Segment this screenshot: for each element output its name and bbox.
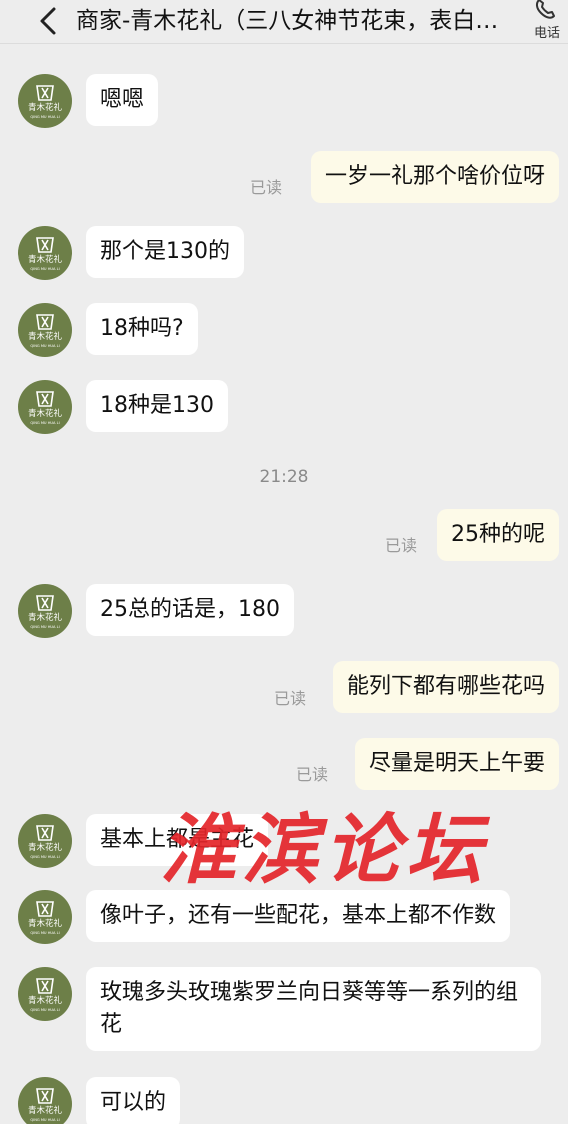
phone-icon[interactable] [532,0,560,22]
message-bubble-incoming[interactable]: 18种吗? [86,303,198,355]
merchant-avatar[interactable]: 青木花礼 QING MU HUA LI [18,814,72,868]
avatar-brand-text: 青木花礼 [28,612,63,623]
read-status: 已读 [385,536,418,555]
avatar-pinyin-text: QING MU HUA LI [30,267,59,271]
merchant-avatar[interactable]: 青木花礼 QING MU HUA LI [18,226,72,280]
avatar-pinyin-text: QING MU HUA LI [30,625,59,629]
timestamp: 21:28 [259,467,309,487]
message-bubble-incoming[interactable]: 那个是130的 [86,226,244,278]
chat-title: 商家-青木花礼（三八女神节花束，表白… [76,8,499,34]
message-bubble-outgoing[interactable]: 25种的呢 [437,509,559,561]
avatar-brand-text: 青木花礼 [28,842,63,853]
merchant-avatar[interactable]: 青木花礼 QING MU HUA LI [18,1077,72,1124]
merchant-avatar[interactable]: 青木花礼 QING MU HUA LI [18,967,72,1021]
avatar-pinyin-text: QING MU HUA LI [30,855,59,859]
merchant-avatar[interactable]: 青木花礼 QING MU HUA LI [18,74,72,128]
merchant-avatar[interactable]: 青木花礼 QING MU HUA LI [18,890,72,944]
avatar-pinyin-text: QING MU HUA LI [30,931,59,935]
avatar-pinyin-text: QING MU HUA LI [30,1008,59,1012]
avatar-pinyin-text: QING MU HUA LI [30,421,59,425]
avatar-brand-text: 青木花礼 [28,102,63,113]
message-bubble-incoming[interactable]: 18种是130 [86,380,228,432]
message-bubble-outgoing[interactable]: 能列下都有哪些花吗 [332,661,559,713]
message-bubble-incoming[interactable]: 嗯嗯 [86,74,159,126]
avatar-brand-text: 青木花礼 [28,331,63,342]
read-status: 已读 [274,689,307,708]
avatar-brand-text: 青木花礼 [28,1105,63,1116]
avatar-brand-text: 青木花礼 [28,408,63,419]
avatar-brand-text: 青木花礼 [28,995,63,1006]
avatar-pinyin-text: QING MU HUA LI [30,344,59,348]
message-bubble-outgoing[interactable]: 尽量是明天上午要 [354,738,559,790]
back-arrow-icon[interactable] [34,6,62,36]
message-bubble-incoming[interactable]: 可以的 [86,1077,181,1124]
merchant-avatar[interactable]: 青木花礼 QING MU HUA LI [18,380,72,434]
message-bubble-incoming[interactable]: 25总的话是，180 [86,584,294,636]
avatar-pinyin-text: QING MU HUA LI [30,115,59,119]
phone-label[interactable]: 电话 [530,26,564,42]
avatar-brand-text: 青木花礼 [28,918,63,929]
read-status: 已读 [296,765,329,784]
forum-watermark: 淮滨论坛 [160,805,488,894]
message-bubble-outgoing[interactable]: 一岁一礼那个啥价位呀 [310,151,559,203]
message-bubble-incoming[interactable]: 玫瑰多头玫瑰紫罗兰向日葵等等一系列的组花 [86,967,541,1051]
chat-header: 商家-青木花礼（三八女神节花束，表白… 电话 [0,0,568,44]
merchant-avatar[interactable]: 青木花礼 QING MU HUA LI [18,303,72,357]
avatar-brand-text: 青木花礼 [28,254,63,265]
read-status: 已读 [250,178,283,197]
merchant-avatar[interactable]: 青木花礼 QING MU HUA LI [18,584,72,638]
avatar-pinyin-text: QING MU HUA LI [30,1118,59,1122]
